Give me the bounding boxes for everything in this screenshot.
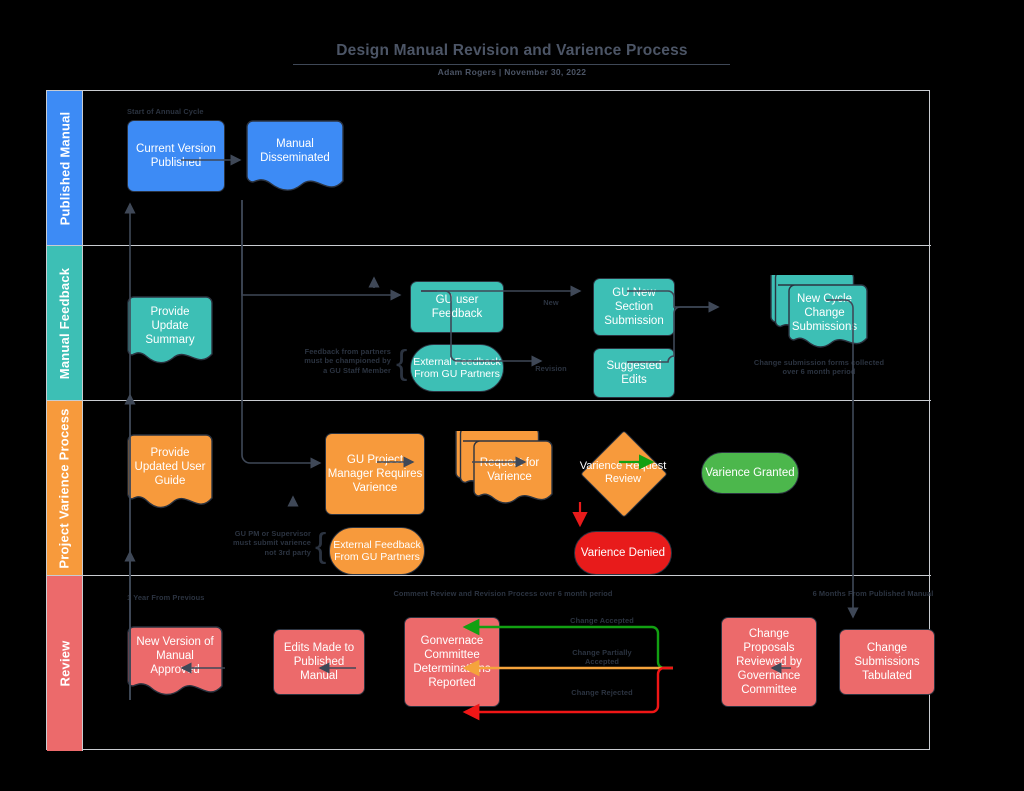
node-manual-disseminated[interactable]: Manual Disseminated xyxy=(246,120,344,195)
node-variance-granted[interactable]: Varience Granted xyxy=(701,452,799,494)
node-label: Varience Denied xyxy=(580,547,666,559)
annotation-comment-review-process: Comment Review and Revision Process over… xyxy=(393,589,613,598)
lane-label-review: Review xyxy=(57,640,73,687)
lane-header-published-manual: Published Manual xyxy=(47,91,82,245)
node-label: New Cycle Change Submissions xyxy=(791,293,858,333)
node-request-for-variance[interactable]: Request for Varience xyxy=(447,431,559,509)
node-change-submissions-tabulated[interactable]: Change Submissions Tabulated xyxy=(839,629,935,695)
node-label: GU Project Manager Requires Varience xyxy=(327,454,423,494)
node-label: Manual Disseminated xyxy=(260,138,330,164)
node-gu-new-section-submission[interactable]: GU New Section Submission xyxy=(593,278,675,336)
node-provide-updated-user-guide[interactable]: Provide Updated User Guide xyxy=(127,434,213,514)
annotation-feedback-champion: Feedback from partners must be champione… xyxy=(304,347,391,375)
node-external-feedback-gu-partners-variance-lane[interactable]: External Feedback From GU Partners xyxy=(329,527,425,575)
node-label: Edits Made to Published Manual xyxy=(283,642,355,682)
lane-body-project-variance-process: Provide Updated User Guide GU Project Ma… xyxy=(82,401,931,575)
annotation-variance-submitter: GU PM or Supervisor must submit varience… xyxy=(233,529,311,557)
node-current-version-published[interactable]: Current Version Published xyxy=(127,120,225,192)
node-label: Change Proposals Reviewed by Governance … xyxy=(736,628,802,696)
node-gu-project-manager-requires-variance[interactable]: GU Project Manager Requires Varience xyxy=(325,433,425,515)
node-external-feedback-gu-partners-feedback-lane[interactable]: External Feedback From GU Partners xyxy=(410,344,504,392)
lane-review: Review 1 Year From Previous Comment Revi… xyxy=(47,576,935,751)
lane-body-review: 1 Year From Previous Comment Review and … xyxy=(82,576,935,751)
node-provide-update-summary[interactable]: Provide Update Summary xyxy=(127,296,213,368)
node-edits-made-to-published-manual[interactable]: Edits Made to Published Manual xyxy=(273,629,365,695)
node-label: Gonvernace Committee Determinations Repo… xyxy=(413,635,491,689)
node-label: Provide Update Summary xyxy=(145,306,195,346)
lane-body-published-manual: Start of Annual Cycle Current Version Pu… xyxy=(82,91,931,245)
node-label: External Feedback From GU Partners xyxy=(413,355,501,381)
node-label: New Version of Manual Approved xyxy=(136,636,214,676)
lane-body-manual-feedback: Provide Update Summary GU user Feedback … xyxy=(82,246,931,400)
node-label: Change Submissions Tabulated xyxy=(854,642,920,682)
edge-label-change-rejected: Change Rejected xyxy=(571,688,633,697)
title-divider xyxy=(293,64,730,65)
node-label: Request for Varience xyxy=(479,457,540,483)
node-label: External Feedback From GU Partners xyxy=(333,538,421,564)
edge-label-change-accepted: Change Accepted xyxy=(570,616,634,625)
node-gu-user-feedback[interactable]: GU user Feedback xyxy=(410,281,504,333)
node-new-cycle-change-submissions[interactable]: New Cycle Change Submissions xyxy=(762,275,874,353)
node-governance-committee-determinations-reported[interactable]: Gonvernace Committee Determinations Repo… xyxy=(404,617,500,707)
edge-label-revision: Revision xyxy=(535,364,567,373)
node-label: Varience Granted xyxy=(705,467,795,479)
annotation-one-year-from-previous: 1 Year From Previous xyxy=(127,593,205,602)
annotation-change-forms-collected: Change submission forms collected over 6… xyxy=(753,358,885,377)
node-label: GU New Section Submission xyxy=(604,287,664,327)
brace-icon-feedback: { xyxy=(396,344,408,382)
page-subtitle: Adam Rogers | November 30, 2022 xyxy=(437,67,587,77)
node-label: Suggested Edits xyxy=(606,360,662,386)
brace-icon-variance: { xyxy=(315,527,327,565)
page-title: Design Manual Revision and Varience Proc… xyxy=(336,42,688,59)
lane-header-project-variance-process: Project Varience Process xyxy=(47,401,82,575)
lane-header-manual-feedback: Manual Feedback xyxy=(47,246,82,400)
swimlane-pool: Published Manual Start of Annual Cycle C… xyxy=(46,90,935,751)
node-suggested-edits[interactable]: Suggested Edits xyxy=(593,348,675,398)
diagram-canvas: Design Manual Revision and Varience Proc… xyxy=(0,0,1024,791)
annotation-start-of-annual-cycle: Start of Annual Cycle xyxy=(127,107,204,116)
lane-label-project-variance-process: Project Varience Process xyxy=(57,407,73,569)
lane-project-variance-process: Project Varience Process Provide Updated… xyxy=(47,401,931,576)
lane-manual-feedback: Manual Feedback Provide Update Summary G… xyxy=(47,246,931,401)
lane-label-manual-feedback: Manual Feedback xyxy=(57,267,72,379)
node-variance-denied[interactable]: Varience Denied xyxy=(574,531,672,575)
lane-published-manual: Published Manual Start of Annual Cycle C… xyxy=(47,91,931,246)
node-label: Current Version Published xyxy=(136,143,216,169)
node-variance-request-review[interactable]: Varience Request Review xyxy=(579,430,668,518)
annotation-six-months-from-published: 6 Months From Published Manual xyxy=(812,589,934,598)
node-label: Varience Request Review xyxy=(579,460,667,485)
lane-label-published-manual: Published Manual xyxy=(57,111,72,225)
edge-label-new: New xyxy=(543,298,559,307)
lane-header-review: Review xyxy=(47,576,82,751)
node-change-proposals-reviewed[interactable]: Change Proposals Reviewed by Governance … xyxy=(721,617,817,707)
node-new-version-of-manual-approved[interactable]: New Version of Manual Approved xyxy=(127,626,223,700)
node-label: Provide Updated User Guide xyxy=(134,447,206,487)
node-label: GU user Feedback xyxy=(431,294,483,320)
edge-label-change-partially-accepted: Change Partially Accepted xyxy=(572,648,632,667)
